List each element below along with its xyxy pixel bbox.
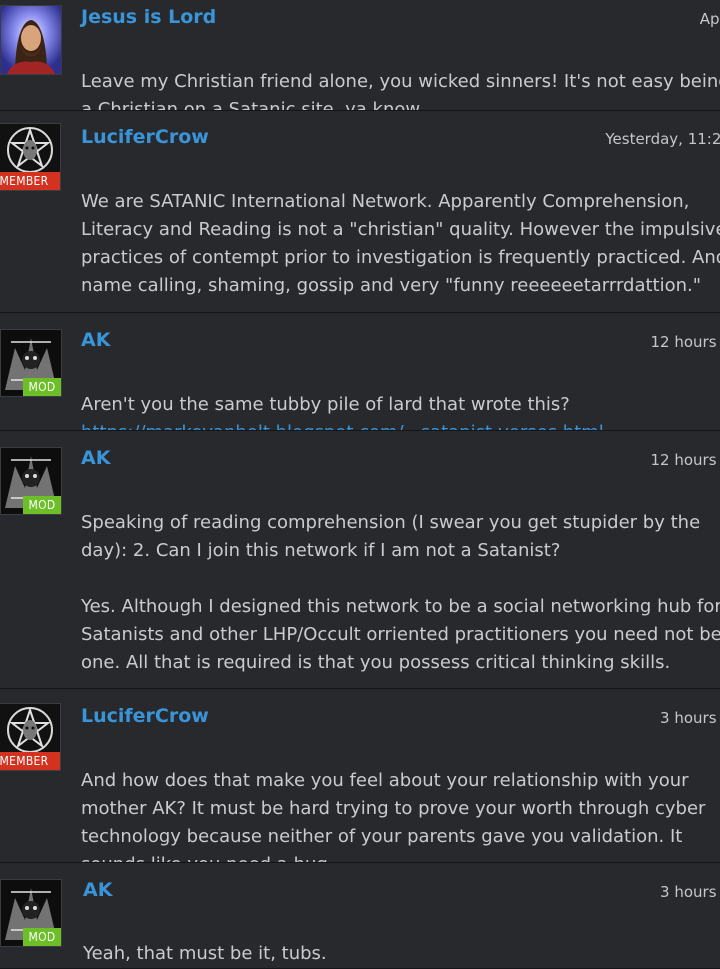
comment-text-content: We are SATANIC International Network. Ap… (81, 191, 720, 296)
comment-item: MOD AK 3 hours ag Yeah, that must be it,… (0, 863, 720, 969)
comment-timestamp: 3 hours ag (660, 709, 720, 727)
comment-text: We are SATANIC International Network. Ap… (81, 160, 720, 300)
comment-text: Speaking of reading comprehension (I swe… (81, 481, 720, 677)
comment-text-content: Yeah, that must be it, tubs. (83, 943, 327, 964)
comment-author[interactable]: AK (81, 329, 110, 351)
comment-text-content: And how does that make you feel about yo… (81, 770, 706, 862)
member-badge: MEMBER (0, 172, 60, 190)
member-badge: MEMBER (0, 752, 60, 770)
comment-item: MOD AK 12 hours ag Speaking of reading c… (0, 431, 720, 689)
avatar[interactable] (0, 5, 62, 75)
comment-timestamp: 12 hours ag (650, 451, 720, 469)
jesus-portrait-icon (1, 6, 61, 74)
comment-timestamp: 12 hours ag (650, 333, 720, 351)
mod-badge: MOD (23, 378, 61, 396)
avatar[interactable]: MOD (0, 879, 62, 947)
comment-author[interactable]: LuciferCrow (81, 126, 209, 148)
comment-author[interactable]: AK (83, 879, 112, 901)
comment-text: And how does that make you feel about yo… (81, 739, 720, 862)
comment-timestamp: Yesterday, 11:27P (605, 130, 720, 148)
comment-author[interactable]: LuciferCrow (81, 705, 209, 727)
avatar[interactable]: MOD (0, 329, 62, 397)
comment-author[interactable]: AK (81, 447, 110, 469)
comment-item: MEMBER LuciferCrow Yesterday, 11:27P We … (0, 111, 720, 313)
mod-badge: MOD (23, 928, 61, 946)
comment-timestamp: Apr 1 (699, 10, 720, 28)
avatar[interactable]: MEMBER (0, 703, 61, 771)
comment-text: Aren't you the same tubby pile of lard t… (81, 363, 720, 430)
mod-badge: MOD (23, 496, 61, 514)
comment-item: Jesus is Lord Apr 1 Leave my Christian f… (0, 0, 720, 111)
comment-text-content: Speaking of reading comprehension (I swe… (81, 512, 720, 673)
avatar[interactable]: MOD (0, 447, 62, 515)
comment-timestamp: 3 hours ag (660, 883, 720, 901)
comment-text-content: Leave my Christian friend alone, you wic… (81, 71, 720, 111)
comment-text: Leave my Christian friend alone, you wic… (81, 40, 720, 111)
comment-text-content: Aren't you the same tubby pile of lard t… (81, 394, 570, 415)
comment-item: MEMBER LuciferCrow 3 hours ag And how do… (0, 689, 720, 863)
avatar[interactable]: MEMBER (0, 123, 61, 191)
blog-link[interactable]: https://markevanholt.blogspot.com/...sat… (81, 419, 720, 430)
comment-text: Yeah, that must be it, tubs. (83, 912, 720, 968)
comment-item: MOD AK 12 hours ag Aren't you the same t… (0, 313, 720, 431)
comment-author[interactable]: Jesus is Lord (81, 6, 216, 28)
